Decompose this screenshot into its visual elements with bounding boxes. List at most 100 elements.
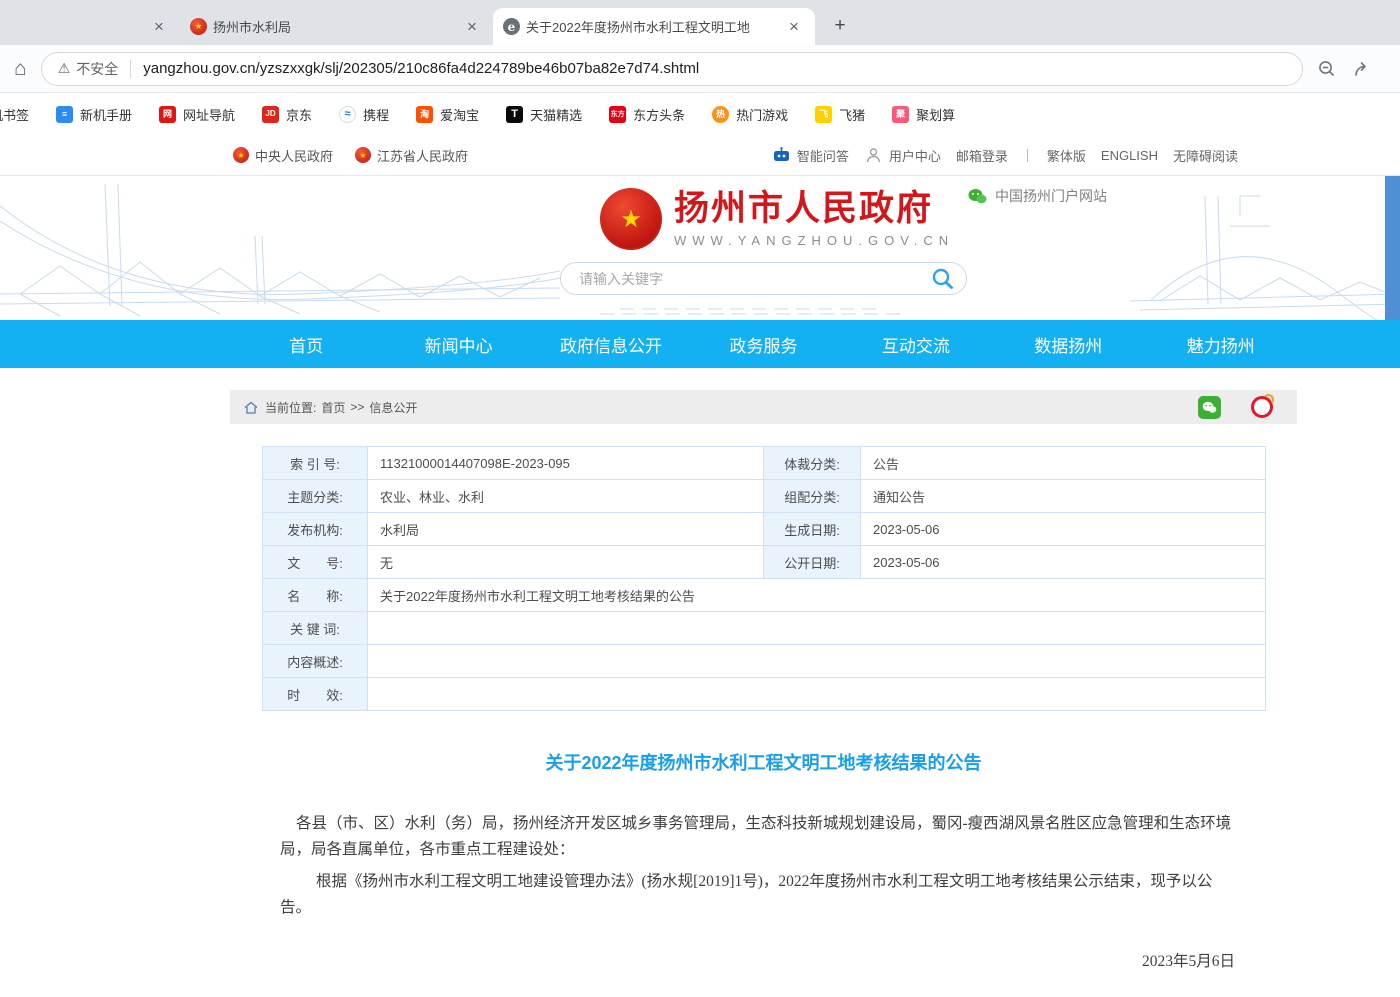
- bookmark-jd[interactable]: JD京东: [262, 105, 312, 124]
- breadcrumb-prefix: 当前位置:: [265, 399, 316, 416]
- new-tab-button[interactable]: +: [827, 13, 853, 39]
- close-icon[interactable]: ×: [461, 16, 483, 38]
- meta-value: [368, 645, 1266, 678]
- link-user-center[interactable]: 用户中心: [864, 146, 941, 165]
- article-paragraph: 根据《扬州市水利工程文明工地建设管理办法》(扬水规[2019]1号)，2022年…: [280, 869, 1235, 921]
- meta-value: [368, 612, 1266, 645]
- bookmark-shuji[interactable]: 机书签: [0, 105, 29, 124]
- close-icon[interactable]: ×: [783, 16, 805, 38]
- user-icon: [864, 147, 883, 164]
- url-text[interactable]: yangzhou.gov.cn/yzszxxgk/slj/202305/210c…: [143, 60, 699, 77]
- site-header: ★ 扬州市人民政府 WWW.YANGZHOU.GOV.CN 中国扬州门户网站: [0, 176, 1400, 320]
- article-title: 关于2022年度扬州市水利工程文明工地考核结果的公告: [230, 749, 1297, 775]
- meta-value: 公告: [861, 447, 1266, 480]
- weibo-share-icon[interactable]: [1251, 396, 1273, 418]
- nav-charm[interactable]: 魅力扬州: [1145, 332, 1297, 357]
- site-brand[interactable]: ★ 扬州市人民政府 WWW.YANGZHOU.GOV.CN: [600, 188, 954, 250]
- link-traditional[interactable]: 繁体版: [1047, 146, 1086, 165]
- meta-value: 关于2022年度扬州市水利工程文明工地考核结果的公告: [368, 579, 1266, 612]
- link-mail-login[interactable]: 邮箱登录: [956, 146, 1008, 165]
- meta-label: 体裁分类:: [764, 447, 861, 480]
- bookmark-tmall[interactable]: T天猫精选: [506, 105, 582, 124]
- nav-info-disclosure[interactable]: 政府信息公开: [535, 332, 687, 357]
- gov-link-label: 无障碍阅读: [1173, 146, 1238, 165]
- bookmark-ctrip[interactable]: ≈携程: [339, 105, 389, 124]
- bookmark-eastday[interactable]: 东方东方头条: [609, 105, 685, 124]
- table-row: 名 称: 关于2022年度扬州市水利工程文明工地考核结果的公告: [263, 579, 1266, 612]
- nav-services[interactable]: 政务服务: [687, 332, 839, 357]
- bookmark-label: 飞猪: [839, 105, 865, 124]
- meta-label: 生成日期:: [764, 513, 861, 546]
- bookmark-label: 东方头条: [633, 105, 685, 124]
- wechat-icon: [968, 188, 987, 205]
- nav-interaction[interactable]: 互动交流: [840, 332, 992, 357]
- link-accessibility[interactable]: 无障碍阅读: [1173, 146, 1238, 165]
- zoom-out-icon[interactable]: [1317, 59, 1337, 79]
- link-jiangsu-gov[interactable]: ★江苏省人民政府: [355, 146, 468, 165]
- bookmark-label: 新机手册: [80, 105, 132, 124]
- wechat-share-icon[interactable]: [1198, 396, 1221, 419]
- juhuasuan-icon: 聚: [892, 106, 909, 123]
- bookmark-hot-games[interactable]: 热热门游戏: [712, 105, 788, 124]
- article-date: 2023年5月6日: [230, 949, 1235, 975]
- link-english[interactable]: ENGLISH: [1101, 148, 1158, 163]
- nav-site-icon: 网: [159, 106, 176, 123]
- search-input[interactable]: [579, 271, 930, 287]
- nav-data[interactable]: 数据扬州: [992, 332, 1144, 357]
- meta-label: 关 键 词:: [263, 612, 368, 645]
- link-smart-qa[interactable]: 智能问答: [772, 146, 849, 165]
- bookmark-xinji-shouce[interactable]: ≡ 新机手册: [56, 105, 132, 124]
- link-central-gov[interactable]: ★中央人民政府: [233, 146, 333, 165]
- manual-icon: ≡: [56, 106, 73, 123]
- meta-value: 2023-05-06: [861, 513, 1266, 546]
- main-nav: 首页 新闻中心 政府信息公开 政务服务 互动交流 数据扬州 魅力扬州: [0, 320, 1400, 368]
- table-row: 主题分类: 农业、林业、水利 组配分类: 通知公告: [263, 480, 1266, 513]
- address-bar: ⌂ ⚠ 不安全 yangzhou.gov.cn/yzszxxgk/slj/202…: [0, 45, 1400, 93]
- metadata-table: 索 引 号: 11321000014407098E-2023-095 体裁分类:…: [262, 446, 1266, 711]
- meta-label: 文 号:: [263, 546, 368, 579]
- breadcrumb-home-link[interactable]: 首页: [321, 399, 345, 416]
- nav-news[interactable]: 新闻中心: [382, 332, 534, 357]
- bookmark-label: 爱淘宝: [440, 105, 479, 124]
- browser-logo-icon: e: [503, 18, 520, 35]
- not-secure-label[interactable]: 不安全: [76, 59, 118, 79]
- bookmark-label: 携程: [363, 105, 389, 124]
- table-row: 关 键 词:: [263, 612, 1266, 645]
- breadcrumb: 当前位置: 首页 >> 信息公开: [230, 390, 1297, 424]
- close-icon[interactable]: ×: [148, 16, 170, 38]
- not-secure-warning-icon[interactable]: ⚠: [58, 60, 71, 77]
- table-row: 发布机构: 水利局 生成日期: 2023-05-06: [263, 513, 1266, 546]
- omnibox-divider: [130, 60, 131, 78]
- portal-link[interactable]: 中国扬州门户网站: [968, 186, 1107, 206]
- meta-value: 无: [368, 546, 764, 579]
- meta-label: 名 称:: [263, 579, 368, 612]
- gov-link-label: ENGLISH: [1101, 148, 1158, 163]
- bookmark-wangzhi-daohang[interactable]: 网网址导航: [159, 105, 235, 124]
- portal-label: 中国扬州门户网站: [995, 186, 1107, 206]
- tab-cutoff[interactable]: ×: [0, 8, 180, 45]
- meta-value: 农业、林业、水利: [368, 480, 764, 513]
- gov-emblem-icon: ★: [233, 147, 249, 163]
- jd-icon: JD: [262, 106, 279, 123]
- breadcrumb-section-link[interactable]: 信息公开: [369, 399, 417, 416]
- header-blue-strip: [1385, 176, 1400, 320]
- gov-link-label: 智能问答: [797, 146, 849, 165]
- search-icon[interactable]: [930, 267, 956, 291]
- game-icon: 热: [712, 106, 729, 123]
- breadcrumb-separator: >>: [350, 400, 364, 414]
- breadcrumb-home-icon: [244, 401, 258, 414]
- home-icon[interactable]: ⌂: [14, 57, 27, 81]
- meta-label: 公开日期:: [764, 546, 861, 579]
- site-name: 扬州市人民政府: [674, 190, 954, 229]
- tab-title: 关于2022年度扬州市水利工程文明工地: [526, 17, 777, 36]
- tab-active-notice[interactable]: e 关于2022年度扬州市水利工程文明工地 ×: [493, 8, 815, 45]
- bookmark-juhuasuan[interactable]: 聚聚划算: [892, 105, 955, 124]
- bookmark-aitaobao[interactable]: 淘爱淘宝: [416, 105, 479, 124]
- bookmark-fliggy[interactable]: 飞飞猪: [815, 105, 865, 124]
- share-icon[interactable]: [1353, 59, 1373, 79]
- table-row: 时 效:: [263, 678, 1266, 711]
- url-omnibox[interactable]: ⚠ 不安全 yangzhou.gov.cn/yzszxxgk/slj/20230…: [41, 52, 1303, 86]
- table-row: 索 引 号: 11321000014407098E-2023-095 体裁分类:…: [263, 447, 1266, 480]
- tab-shuiliju[interactable]: ★ 扬州市水利局 ×: [180, 8, 493, 45]
- nav-home[interactable]: 首页: [230, 332, 382, 357]
